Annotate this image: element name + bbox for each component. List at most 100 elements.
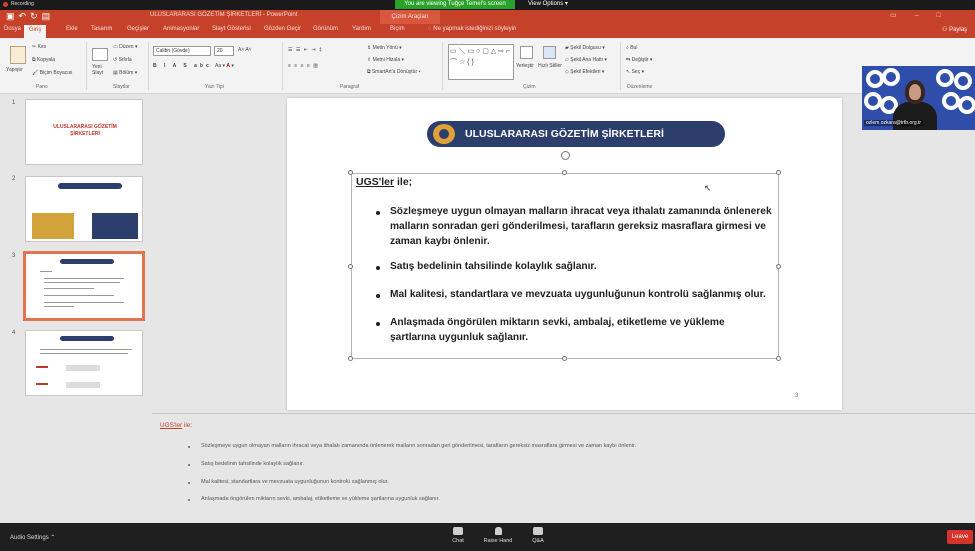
align-text-button[interactable]: ⇳ Metni Hizala ▾ bbox=[367, 57, 404, 63]
resize-handle[interactable] bbox=[562, 356, 567, 361]
select-button[interactable]: ↖ Seç ▾ bbox=[626, 69, 644, 75]
slide-thumbnail-4[interactable] bbox=[25, 330, 143, 396]
tab-ekle[interactable]: Ekle bbox=[66, 26, 78, 32]
thumbnail-number: 1 bbox=[12, 100, 16, 106]
reset-button[interactable]: ↺ Sıfırla bbox=[113, 57, 132, 63]
shapes-gallery[interactable]: ▭ ＼ ▭ ○ ▢ △ ⇨ ⌐ ⌒ ☆ { } bbox=[448, 44, 514, 80]
find-button[interactable]: ⌕ Bul bbox=[626, 45, 637, 51]
raise-hand-button[interactable]: Raise Hand bbox=[478, 527, 518, 544]
window-controls[interactable]: ▭–□ bbox=[890, 11, 959, 19]
present-icon[interactable]: ▤ bbox=[42, 11, 55, 21]
window-title: ULUSLARARASI GÖZETİM ŞİRKETLERİ - PowerP… bbox=[150, 12, 298, 18]
tab-dosya[interactable]: Dosya bbox=[4, 26, 21, 32]
group-label-pano: Pano bbox=[36, 84, 48, 90]
paste-button[interactable]: Yapıştır bbox=[6, 67, 23, 73]
tab-bicim[interactable]: Biçim bbox=[390, 26, 405, 32]
slide-thumbnail-1[interactable]: ULUSLARARASI GÖZETİM ŞİRKETLERİ bbox=[25, 99, 143, 165]
slide-title[interactable]: ULUSLARARASI GÖZETİM ŞİRKETLERİ bbox=[465, 126, 725, 142]
font-format-buttons[interactable]: B I A S abc bbox=[153, 63, 212, 69]
thumbnail-marker bbox=[36, 383, 48, 385]
quick-styles-button[interactable]: Hızlı Stiller bbox=[538, 63, 562, 69]
slide-thumbnail-2[interactable] bbox=[25, 176, 143, 242]
arrange-button[interactable]: Yerleştir bbox=[516, 63, 534, 69]
group-label-duzenleme: Düzenleme bbox=[627, 84, 653, 90]
background-ring bbox=[958, 96, 975, 114]
section-button[interactable]: ▤ Bölüm ▾ bbox=[113, 70, 137, 76]
tab-giris[interactable]: Giriş bbox=[24, 25, 47, 38]
group-label-slaytlar: Slaytlar bbox=[113, 84, 130, 90]
slide-bullet-4: Anlaşmada öngörülen miktarın sevki, amba… bbox=[390, 317, 725, 343]
copy-button[interactable]: ⧉ Kopyala bbox=[32, 57, 55, 63]
resize-handle[interactable] bbox=[776, 264, 781, 269]
thumbnail-title-bar bbox=[60, 336, 114, 341]
shape-effects-button[interactable]: ◇ Şekil Efektleri ▾ bbox=[565, 69, 604, 75]
tab-gozden-gecir[interactable]: Gözden Geçir bbox=[264, 26, 301, 32]
tab-slayt-gosterisi[interactable]: Slayt Gösterisi bbox=[212, 26, 251, 32]
arrange-icon[interactable] bbox=[520, 46, 533, 59]
notes-line-4: Anlaşmada öngörülen miktarın sevki, amba… bbox=[201, 496, 440, 502]
ribbon-display-icon[interactable]: ▭ bbox=[890, 12, 915, 19]
notes-pane[interactable] bbox=[152, 414, 975, 522]
tab-tasarim[interactable]: Tasarım bbox=[91, 26, 112, 32]
layout-button[interactable]: ▭ Düzen ▾ bbox=[113, 44, 137, 50]
list-buttons[interactable]: ☰ ☰ ⇤ ⇥ ‡ bbox=[288, 47, 323, 53]
notes-line-3: Mal kalitesi, standartlara ve mevzuata u… bbox=[201, 479, 389, 485]
recording-label: Recording bbox=[11, 1, 34, 7]
resize-handle[interactable] bbox=[348, 264, 353, 269]
resize-handle[interactable] bbox=[562, 170, 567, 175]
tab-gorunum[interactable]: Görünüm bbox=[313, 26, 338, 32]
shape-outline-button[interactable]: ▱ Şekil Ana Hattı ▾ bbox=[565, 57, 607, 63]
font-grow-icon[interactable]: A˄ A˅ bbox=[238, 47, 252, 53]
chat-button[interactable]: Chat bbox=[438, 527, 478, 544]
quick-access-toolbar[interactable]: ▣↶↻▤ bbox=[6, 11, 54, 22]
share-button[interactable]: ⚇ Paylaş bbox=[942, 26, 967, 33]
leave-button[interactable]: Leave bbox=[947, 530, 973, 544]
hand-icon bbox=[494, 527, 502, 535]
resize-handle[interactable] bbox=[348, 170, 353, 175]
font-color-icon[interactable]: Aa ▾ A ▾ bbox=[215, 63, 234, 69]
slide-thumbnail-3[interactable] bbox=[23, 251, 145, 321]
mouse-cursor-icon: ↖ bbox=[704, 183, 712, 193]
paste-icon[interactable] bbox=[10, 46, 26, 64]
thumbnail-title-bar bbox=[60, 259, 114, 264]
text-direction-button[interactable]: ⇕ Metin Yönü ▾ bbox=[367, 45, 402, 51]
qa-button[interactable]: Q&A bbox=[518, 527, 558, 544]
rotate-handle-icon[interactable] bbox=[561, 151, 570, 160]
resize-handle[interactable] bbox=[776, 356, 781, 361]
ppt-title-bar bbox=[0, 10, 975, 24]
tab-animasyonlar[interactable]: Animasyonlar bbox=[163, 26, 199, 32]
tab-yardim[interactable]: Yardım bbox=[352, 26, 371, 32]
background-ring bbox=[954, 72, 972, 90]
redo-icon[interactable]: ↻ bbox=[30, 11, 42, 21]
slide-bullet-2: Satış bedelinin tahsilinde kolaylık sağl… bbox=[390, 261, 597, 272]
thumbnail-box bbox=[66, 365, 100, 371]
font-name-select[interactable]: Calibri (Gövde) bbox=[153, 46, 211, 56]
audio-settings-button[interactable]: Audio Settings ⌃ bbox=[10, 534, 55, 541]
tell-me-search[interactable]: ◌ Ne yapmak istediğinizi söyleyin bbox=[428, 26, 516, 32]
group-label-cizim: Çizim bbox=[523, 84, 536, 90]
group-label-yazi-tipi: Yazı Tipi bbox=[205, 84, 224, 90]
thumbnail-number: 3 bbox=[12, 253, 16, 259]
notes-intro-text: UGS'ler ile: bbox=[160, 422, 193, 429]
new-slide-icon[interactable] bbox=[92, 48, 108, 61]
resize-handle[interactable] bbox=[776, 170, 781, 175]
title-circle-inner-icon bbox=[439, 129, 449, 139]
font-size-select[interactable]: 20 bbox=[214, 46, 234, 56]
undo-icon[interactable]: ↶ bbox=[19, 11, 31, 21]
tab-gecisler[interactable]: Geçişler bbox=[127, 26, 149, 32]
maximize-icon[interactable]: □ bbox=[937, 12, 959, 19]
format-painter-button[interactable]: 🖌 Biçim Boyacısı bbox=[32, 70, 73, 76]
thumbnail-marker bbox=[36, 366, 48, 368]
cut-button[interactable]: ✂ Kes bbox=[32, 44, 46, 50]
replace-button[interactable]: ⇆ Değiştir ▾ bbox=[626, 57, 652, 63]
resize-handle[interactable] bbox=[348, 356, 353, 361]
quick-styles-icon[interactable] bbox=[543, 46, 556, 59]
background-ring bbox=[882, 68, 900, 86]
align-buttons[interactable]: ≡ ≡ ≡ ≡ ▥ bbox=[288, 63, 319, 69]
save-icon[interactable]: ▣ bbox=[6, 11, 19, 21]
shape-fill-button[interactable]: ▰ Şekil Dolgusu ▾ bbox=[565, 45, 605, 51]
view-options-button[interactable]: View Options ▾ bbox=[528, 0, 568, 9]
minimize-icon[interactable]: – bbox=[915, 12, 937, 19]
new-slide-button[interactable]: Yeni Slayt bbox=[92, 64, 110, 76]
smartart-button[interactable]: ⧉ SmartArt'a Dönüştür ▾ bbox=[367, 69, 421, 75]
